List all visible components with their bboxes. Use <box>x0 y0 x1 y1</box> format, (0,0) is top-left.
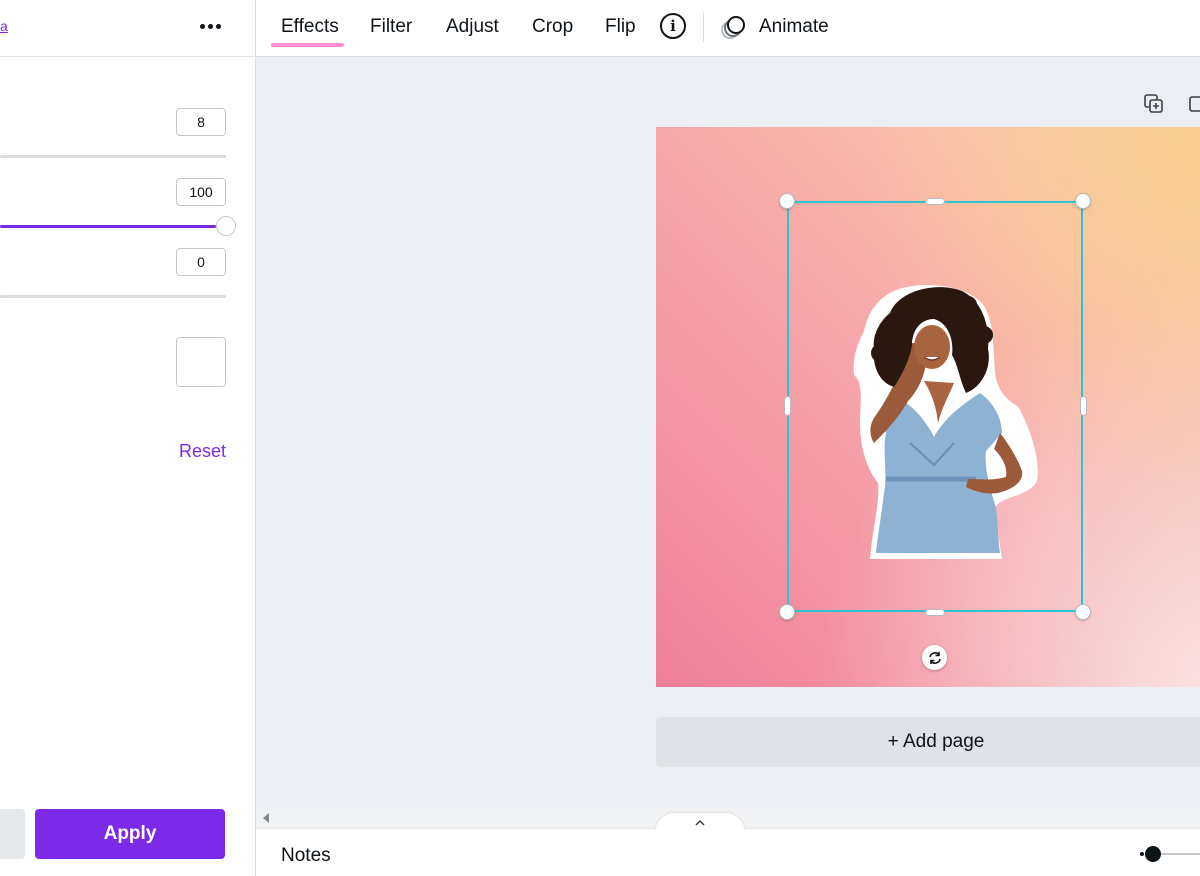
slider-value-input-1[interactable]: 8 <box>176 108 226 136</box>
resize-handle-left[interactable] <box>784 396 791 416</box>
resize-handle-right[interactable] <box>1080 396 1087 416</box>
resize-handle-top[interactable] <box>925 198 945 205</box>
slider-value-input-3[interactable]: 0 <box>176 248 226 276</box>
selection-bounding-box <box>787 201 1083 612</box>
rotate-icon <box>928 651 941 664</box>
notes-button[interactable]: Notes <box>281 845 331 867</box>
zoom-slider-track[interactable] <box>1161 853 1200 855</box>
duplicate-page-icon[interactable] <box>1143 93 1165 115</box>
tab-flip[interactable]: Flip <box>605 16 636 38</box>
rotate-handle[interactable] <box>922 645 947 670</box>
reset-button[interactable]: Reset <box>179 441 226 462</box>
chevron-up-icon <box>695 819 705 826</box>
panel-header: a <box>0 0 256 57</box>
add-page-icon[interactable] <box>1188 93 1200 115</box>
tab-effects[interactable]: Effects <box>281 16 339 38</box>
tab-crop[interactable]: Crop <box>532 16 573 38</box>
resize-handle-bottom-right[interactable] <box>1075 604 1091 620</box>
tab-adjust[interactable]: Adjust <box>446 16 499 38</box>
slider-track-1[interactable] <box>0 155 226 158</box>
animate-button[interactable]: Animate <box>759 16 829 38</box>
resize-handle-top-left[interactable] <box>779 193 795 209</box>
more-options-button[interactable] <box>194 12 226 40</box>
resize-handle-top-right[interactable] <box>1075 193 1091 209</box>
scroll-left-icon[interactable] <box>263 813 269 823</box>
panel-header-link[interactable]: a <box>0 18 8 34</box>
slider-value-input-2[interactable]: 100 <box>176 178 226 206</box>
slider-knob-2[interactable] <box>216 216 236 236</box>
zoom-slider-knob[interactable] <box>1145 846 1161 862</box>
toolbar-divider <box>703 12 704 42</box>
cancel-button[interactable] <box>0 809 25 859</box>
bottom-bar: Notes <box>256 828 1200 876</box>
color-swatch-button[interactable] <box>176 337 226 387</box>
apply-button[interactable]: Apply <box>35 809 225 859</box>
slider-track-3[interactable] <box>0 295 226 298</box>
more-horizontal-icon <box>199 23 205 29</box>
tab-filter[interactable]: Filter <box>370 16 412 38</box>
image-toolbar: Effects Filter Adjust Crop Flip i Animat… <box>256 0 1200 57</box>
animate-icon[interactable] <box>720 13 748 41</box>
zoom-min-indicator <box>1140 852 1144 856</box>
slider-fill-2 <box>0 225 216 228</box>
add-page-button[interactable]: + Add page <box>656 717 1200 767</box>
resize-handle-bottom[interactable] <box>925 609 945 616</box>
collapse-pages-button[interactable] <box>655 813 745 833</box>
slider-track-2[interactable] <box>0 225 226 228</box>
info-icon[interactable]: i <box>660 13 686 39</box>
active-tab-indicator <box>271 43 344 47</box>
resize-handle-bottom-left[interactable] <box>779 604 795 620</box>
